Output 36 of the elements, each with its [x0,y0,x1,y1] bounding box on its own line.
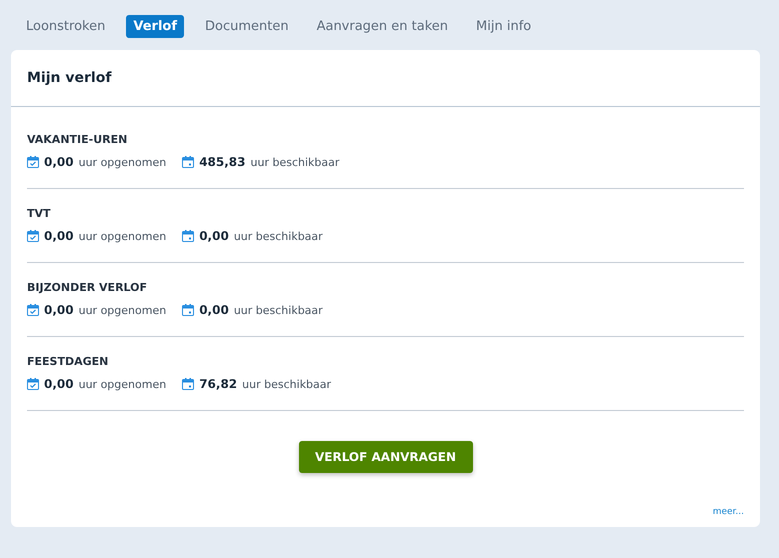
tab[interactable]: Aanvragen en taken [310,14,456,38]
tab[interactable]: Mijn info [469,14,538,38]
hours-label: uur opgenomen [78,378,166,390]
hours-value: 0,00 [44,155,74,169]
calendar-icon [182,304,194,316]
hours-label: uur opgenomen [78,304,166,316]
tab[interactable]: Verlof [126,14,184,38]
category-title: TVT [27,207,52,220]
hours-value: 0,00 [44,303,74,317]
calendar-check-icon [27,156,39,168]
hours-value: 0,00 [199,229,229,243]
hours-value: 0,00 [199,303,229,317]
calendar-icon [182,378,194,390]
hours-value: 0,00 [44,377,74,391]
calendar-check-icon [27,378,39,390]
hours-label: uur opgenomen [78,156,166,168]
tab[interactable]: Loonstroken [19,14,112,38]
hours-label: uur beschikbaar [234,230,323,242]
request-leave-button[interactable]: VERLOF AANVRAGEN [298,441,472,473]
tab[interactable]: Documenten [198,14,296,38]
more-link[interactable]: meer... [712,507,744,517]
hours-label: uur beschikbaar [234,304,323,316]
hours-label: uur opgenomen [78,230,166,242]
calendar-icon [182,156,194,168]
hours-label: uur beschikbaar [242,378,332,390]
calendar-icon [182,230,194,242]
category-title: FEESTDAGEN [27,355,110,368]
card-title: Mijn verlof [27,70,112,86]
hours-label: uur beschikbaar [250,156,340,168]
hours-value: 0,00 [44,229,74,243]
hours-value: 485,83 [199,155,246,169]
category-title: BIJZONDER VERLOF [27,281,148,294]
hours-value: 76,82 [199,377,238,391]
calendar-check-icon [27,304,39,316]
category-title: VAKANTIE-UREN [27,133,128,146]
calendar-check-icon [27,230,39,242]
